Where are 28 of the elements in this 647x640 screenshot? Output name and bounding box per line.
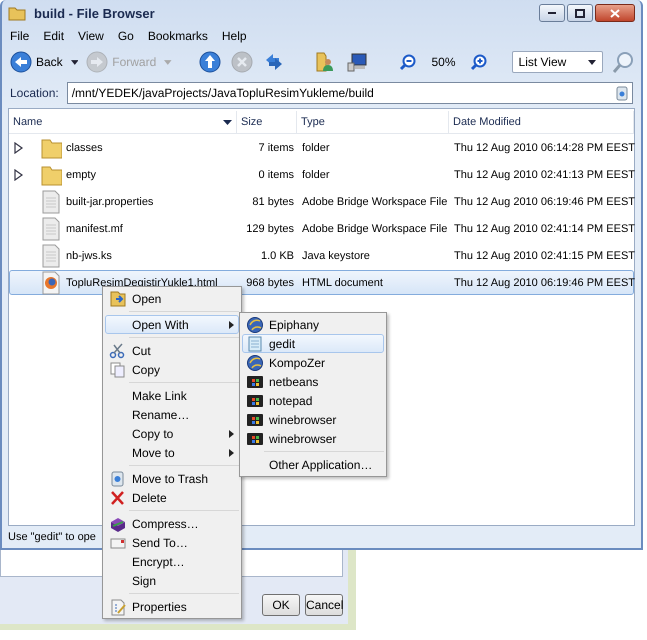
file-name: manifest.mf xyxy=(66,223,123,235)
file-type: folder xyxy=(301,142,331,154)
file-size: 7 items xyxy=(258,142,295,154)
file-name: nb-jws.ks xyxy=(66,250,112,262)
file-type: HTML document xyxy=(301,277,384,289)
file-name: empty xyxy=(66,169,96,181)
date-modified: Thu 12 Aug 2010 06:19:46 PM EEST xyxy=(453,277,636,289)
file-name: TopluResimDegistirYukle1.html xyxy=(66,277,218,289)
file-name: built-jar.properties xyxy=(66,196,154,208)
file-name: classes xyxy=(66,142,103,154)
file-type: Adobe Bridge Workspace File xyxy=(301,223,448,235)
date-modified: Thu 12 Aug 2010 06:19:46 PM EEST xyxy=(453,196,636,208)
zoom-level: 50% xyxy=(430,55,457,69)
file-size: 129 bytes xyxy=(245,223,295,235)
file-type: folder xyxy=(301,169,331,181)
date-modified: Thu 12 Aug 2010 02:41:14 PM EEST xyxy=(453,223,636,235)
date-modified: Thu 12 Aug 2010 02:41:13 PM EEST xyxy=(453,169,636,181)
file-size: 81 bytes xyxy=(251,196,295,208)
location-label: Location: xyxy=(10,86,59,100)
file-size: 968 bytes xyxy=(245,277,295,289)
file-type: Java keystore xyxy=(301,250,371,262)
date-modified: Thu 12 Aug 2010 06:14:28 PM EEST xyxy=(453,142,636,154)
window-title: build - File Browser xyxy=(34,6,156,20)
file-size: 1.0 KB xyxy=(260,250,295,262)
file-type: Adobe Bridge Workspace File xyxy=(301,196,448,208)
file-size: 0 items xyxy=(258,169,295,181)
status-text: Use "gedit" to ope xyxy=(8,531,96,543)
date-modified: Thu 12 Aug 2010 02:41:15 PM EEST xyxy=(453,250,636,262)
